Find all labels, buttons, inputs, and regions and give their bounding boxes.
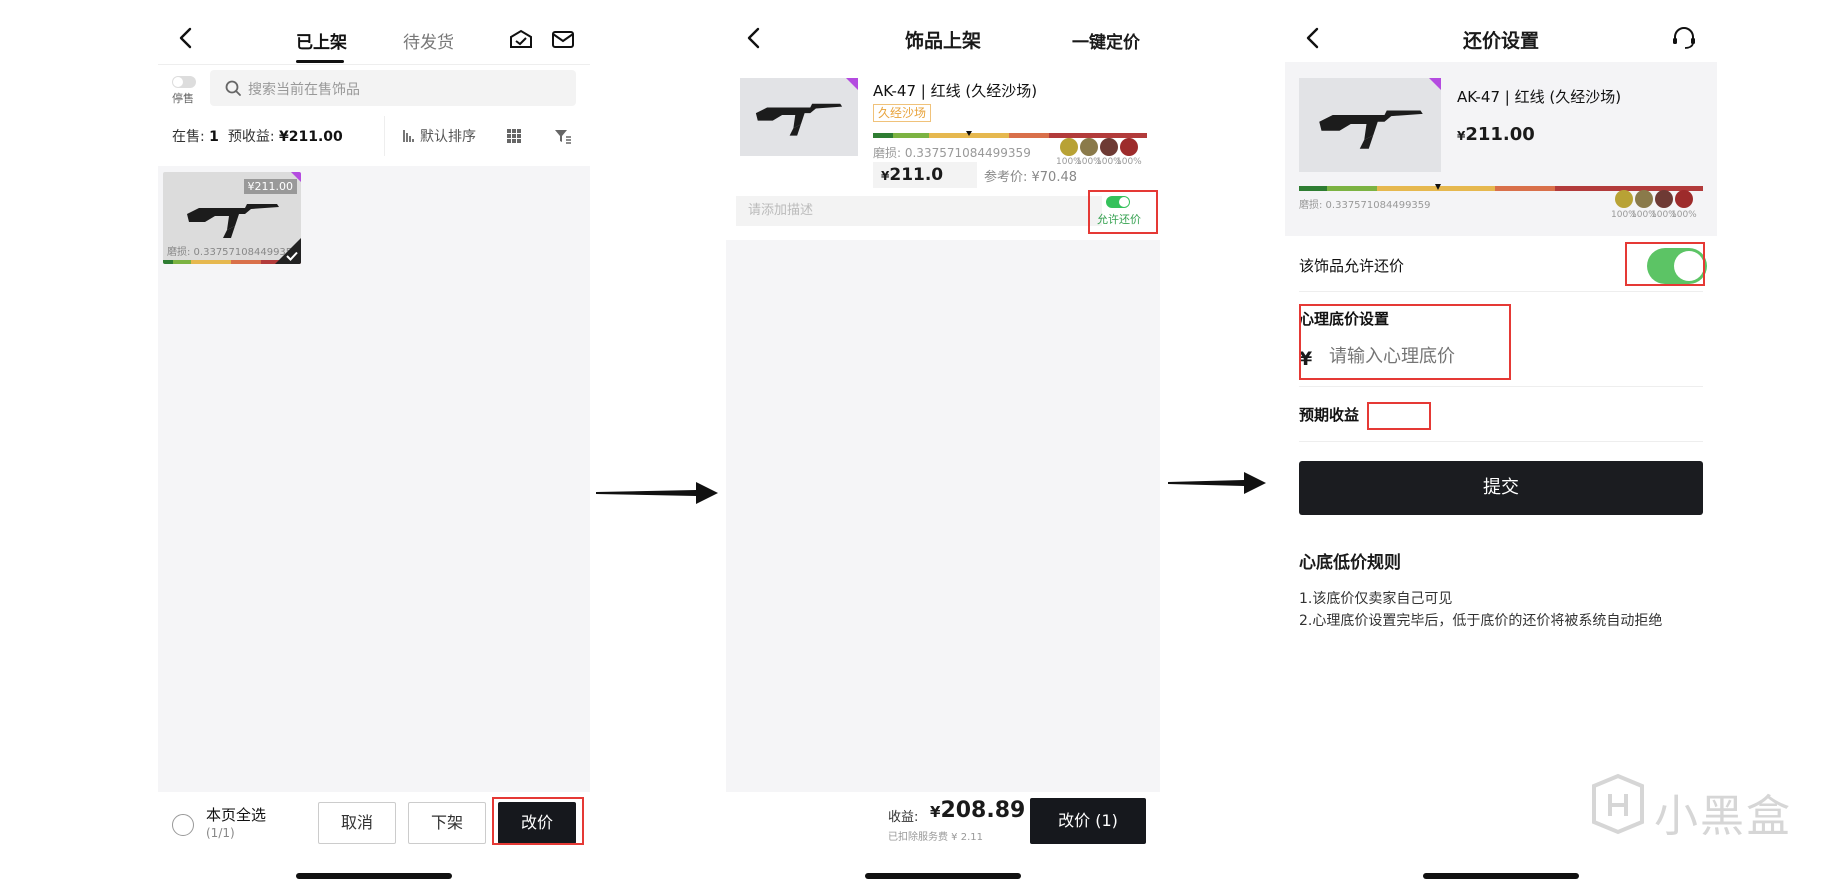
check-icon [286, 251, 298, 261]
service-fee-note: 已扣除服务费 ¥ 2.11 [888, 832, 983, 843]
divider [1299, 441, 1703, 442]
auto-price-button[interactable]: 一键定价 [1072, 28, 1140, 53]
stop-sale-label: 停售 [172, 92, 194, 105]
filter-icon[interactable] [554, 128, 572, 144]
item-price-tag: ¥211.00 [243, 179, 297, 194]
income-amount: 208.89 [940, 798, 1026, 823]
on-sale-count: 1 [209, 129, 219, 145]
item-image [740, 78, 858, 156]
phone-bargain-settings: 还价设置 AK-47 | 红线 (久经沙场) ¥211.00 磨损: 0.337… [1285, 0, 1717, 881]
tab-underline [296, 60, 344, 63]
sticker-icon [1635, 190, 1653, 208]
item-name: AK-47 | 红线 (久经沙场) [873, 82, 1038, 100]
expected-income-label: 预期收益 [1299, 406, 1360, 424]
rule-item: 1.该底价仅卖家自己可见 [1299, 591, 1453, 607]
watermark-text: 小黑盒 [1654, 791, 1792, 842]
sort-icon [403, 130, 414, 142]
price-value: 211.0 [889, 165, 944, 185]
income-value: ¥208.89 [930, 798, 1025, 823]
phone-listed-items: 已上架 待发货 停售 搜索当前在售饰品 在售: 1 预收益: ¥211.00 默… [158, 0, 590, 881]
item-price: ¥211.00 [1457, 124, 1535, 145]
allow-bargain-label: 该饰品允许还价 [1299, 257, 1405, 275]
item-wear-value: 磨损: 0.337571084499359 [873, 146, 1031, 160]
highlight-box [1299, 304, 1511, 380]
price-value: 211.00 [1465, 124, 1535, 145]
search-input[interactable]: 搜索当前在售饰品 [210, 70, 576, 106]
highlight-box [1625, 242, 1705, 286]
item-name: AK-47 | 红线 (久经沙场) [1457, 88, 1622, 106]
home-indicator [296, 873, 452, 879]
on-sale-label: 在售: [172, 129, 205, 145]
rarity-corner [1429, 78, 1441, 90]
sticker-list [1060, 138, 1138, 156]
ak47-image [1319, 110, 1423, 149]
description-input[interactable]: 请添加描述 [736, 196, 1102, 226]
cancel-button[interactable]: 取消 [318, 802, 396, 844]
item-image [1299, 78, 1441, 172]
shop-announce-icon[interactable] [508, 28, 534, 50]
tab-listed[interactable]: 已上架 [296, 28, 347, 53]
price-input[interactable]: ¥211.0 [873, 162, 977, 188]
sticker-icon [1080, 138, 1098, 156]
item-card[interactable]: ¥211.00 磨损: 0.337571084499359 [163, 172, 301, 264]
divider [1299, 291, 1703, 292]
arrow-right-icon [596, 482, 718, 504]
page-title: 还价设置 [1462, 30, 1539, 52]
select-all-label[interactable]: 本页全选 [206, 804, 266, 825]
tab-pending-delivery[interactable]: 待发货 [403, 28, 454, 53]
sticker-list [1615, 190, 1693, 208]
reference-price: 参考价: ¥70.48 [984, 170, 1077, 185]
arrow-right-icon [1168, 472, 1266, 494]
ak47-image [755, 103, 843, 136]
reprice-submit-button[interactable]: 改价 (1) [1030, 798, 1146, 844]
ak47-image [187, 204, 279, 238]
content-area [726, 240, 1160, 792]
sticker-percent: 100% [1116, 157, 1142, 167]
currency-symbol: ¥ [930, 803, 941, 821]
stop-sale-toggle[interactable] [172, 76, 196, 88]
item-wear-value: 磨损: 0.337571084499359 [1299, 200, 1431, 211]
highlight-box [1088, 190, 1158, 234]
search-icon [225, 80, 241, 96]
phone-listing: 饰品上架 一键定价 AK-47 | 红线 (久经沙场) 久经沙场 100% 10… [726, 0, 1160, 881]
expected-income-value: ¥211.00 [279, 129, 343, 145]
item-list: ¥211.00 磨损: 0.337571084499359 [158, 166, 590, 792]
sticker-icon [1655, 190, 1673, 208]
select-all-radio[interactable] [172, 814, 194, 836]
rule-item: 2.心理底价设置完毕后，低于底价的还价将被系统自动拒绝 [1299, 613, 1663, 629]
grid-view-icon[interactable] [506, 128, 522, 144]
sale-stats: 在售: 1 预收益: ¥211.00 [172, 126, 343, 146]
sticker-icon [1675, 190, 1693, 208]
wear-bar [873, 131, 1147, 138]
divider [1299, 386, 1703, 387]
submit-button[interactable]: 提交 [1299, 461, 1703, 515]
sticker-icon [1615, 190, 1633, 208]
search-placeholder: 搜索当前在售饰品 [248, 82, 360, 98]
rarity-corner [846, 78, 858, 90]
sticker-icon [1060, 138, 1078, 156]
home-indicator [865, 873, 1021, 879]
highlight-box [1367, 402, 1431, 430]
mail-icon[interactable] [550, 28, 576, 50]
divider [158, 64, 590, 65]
customer-service-icon[interactable] [1671, 26, 1697, 50]
divider [384, 116, 385, 156]
home-indicator [1423, 873, 1579, 879]
income-label: 收益: [888, 810, 919, 825]
delist-button[interactable]: 下架 [408, 802, 486, 844]
exterior-badge: 久经沙场 [873, 104, 932, 122]
sticker-icon [1120, 138, 1138, 156]
expected-income-label: 预收益: [227, 129, 275, 145]
rules-title: 心底低价规则 [1299, 553, 1401, 573]
sticker-percent: 100% [1671, 210, 1697, 220]
sticker-icon [1100, 138, 1118, 156]
sort-dropdown[interactable]: 默认排序 [402, 126, 476, 146]
highlight-box [492, 797, 584, 845]
select-count: (1/1) [206, 826, 235, 840]
sort-label: 默认排序 [420, 129, 476, 145]
